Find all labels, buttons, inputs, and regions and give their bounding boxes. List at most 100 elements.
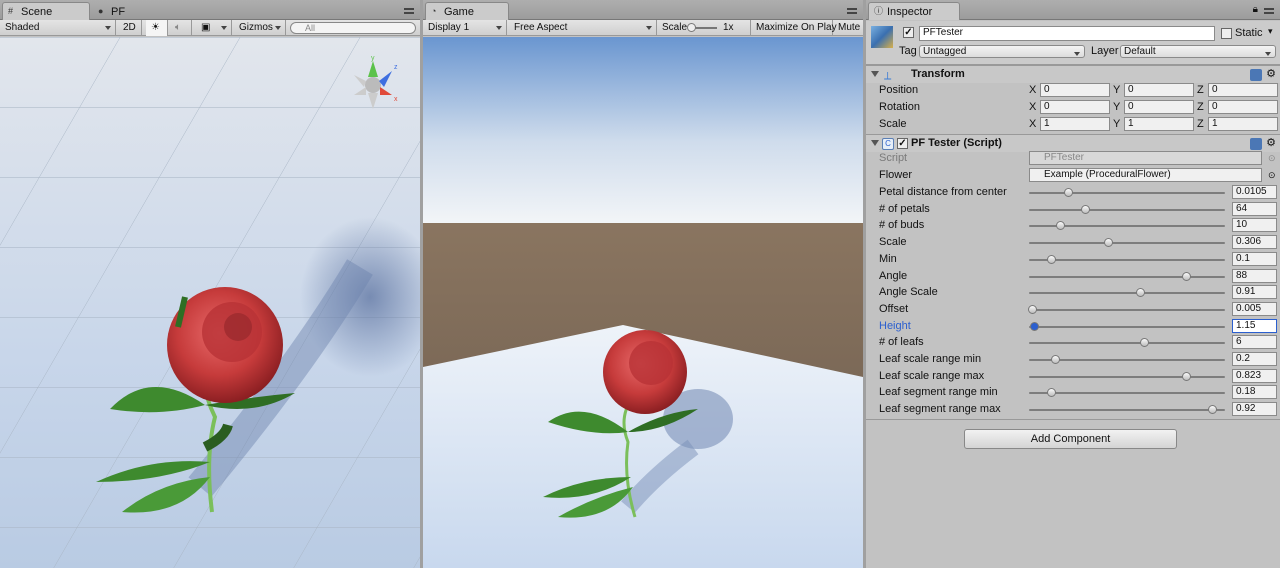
scene-viewport[interactable]: y z x — [0, 37, 420, 568]
slider-value: 0.1 — [1236, 252, 1250, 264]
slider-value-field[interactable]: 0.1 — [1232, 251, 1277, 266]
slider-track[interactable] — [1029, 242, 1225, 245]
tab-game[interactable]: ◔ Game — [425, 2, 509, 20]
transform-y-field[interactable]: 0 — [1124, 100, 1194, 114]
tag-dropdown[interactable]: Untagged — [919, 45, 1085, 58]
shading-dropdown[interactable]: Shaded — [0, 20, 116, 36]
object-name-field[interactable]: PFTester — [919, 26, 1215, 41]
slider-track[interactable] — [1029, 192, 1225, 194]
layer-value: Default — [1124, 46, 1156, 57]
slider-knob[interactable] — [1050, 355, 1060, 364]
transform-z-field[interactable]: 0 — [1208, 83, 1278, 97]
tab-scene[interactable]: # Scene — [2, 2, 90, 20]
slider-knob[interactable] — [1046, 388, 1056, 398]
slider-value-field[interactable]: 10 — [1232, 218, 1277, 233]
slider-knob[interactable] — [1027, 304, 1037, 314]
slider-value: 1.15 — [1236, 319, 1256, 331]
slider-track[interactable] — [1029, 375, 1225, 378]
scene-search-input[interactable]: All — [290, 22, 416, 34]
orientation-gizmo[interactable]: y z x — [346, 51, 406, 111]
slider-value: 0.92 — [1236, 403, 1256, 415]
audio-toggle-icon[interactable]: 🔈︎ — [170, 20, 192, 36]
effects-dropdown-icon[interactable]: ▣ — [196, 20, 232, 36]
slider-track[interactable] — [1029, 292, 1225, 295]
slider-value: 6 — [1236, 336, 1242, 348]
slider-value-field[interactable]: 64 — [1232, 201, 1277, 216]
transform-x-field[interactable]: 1 — [1040, 117, 1110, 131]
gizmo-y-icon[interactable] — [368, 61, 378, 77]
static-dropdown-icon[interactable]: ▾ — [1268, 26, 1273, 37]
slider-track[interactable] — [1029, 342, 1225, 345]
slider-knob[interactable] — [1136, 288, 1146, 298]
slider-knob[interactable] — [1140, 338, 1149, 348]
transform-x-field[interactable]: 0 — [1040, 83, 1110, 97]
static-checkbox[interactable] — [1221, 28, 1232, 39]
mute-toggle[interactable]: Mute — [833, 20, 863, 36]
lighting-toggle-icon[interactable]: ☀ — [146, 20, 168, 36]
slider-knob[interactable] — [1081, 204, 1091, 214]
lock-icon[interactable]: 🔒︎ — [1253, 4, 1258, 15]
display-dropdown[interactable]: Display 1 — [423, 20, 507, 36]
slider-value-field[interactable]: 0.306 — [1232, 235, 1277, 250]
active-checkbox[interactable]: ✓ — [903, 27, 914, 38]
gear-icon[interactable]: ⚙ — [1266, 66, 1276, 83]
slider-track[interactable] — [1029, 392, 1225, 395]
slider-value-field[interactable]: 0.005 — [1232, 301, 1277, 316]
flower-field[interactable]: Example (ProceduralFlower) — [1029, 168, 1262, 182]
maximize-on-play-toggle[interactable]: Maximize On Play — [751, 20, 837, 36]
slider-label: Leaf segment range max — [879, 403, 1001, 416]
slider-value-field[interactable]: 0.91 — [1232, 285, 1277, 300]
transform-y-field[interactable]: 1 — [1124, 117, 1194, 131]
transform-header[interactable]: ⟂ Transform ⚙ — [866, 65, 1280, 83]
foldout-icon[interactable] — [871, 71, 879, 77]
aspect-label: Free Aspect — [514, 22, 568, 33]
slider-value-field[interactable]: 1.15 — [1232, 318, 1277, 333]
slider-value-field[interactable]: 0.823 — [1232, 368, 1277, 383]
slider-track[interactable] — [1029, 308, 1225, 311]
aspect-dropdown[interactable]: Free Aspect — [509, 20, 657, 36]
slider-track[interactable] — [1029, 275, 1225, 278]
foldout-icon[interactable] — [871, 140, 879, 146]
panel-menu-icon[interactable] — [404, 8, 414, 14]
gizmo-x-label: x — [394, 96, 398, 103]
help-book-icon[interactable] — [1250, 138, 1262, 150]
transform-y-field[interactable]: 0 — [1124, 83, 1194, 97]
layer-dropdown[interactable]: Default — [1120, 45, 1276, 58]
scale-slider-knob[interactable] — [687, 23, 696, 32]
transform-z-field[interactable]: 0 — [1208, 100, 1278, 114]
2d-toggle[interactable]: 2D — [118, 20, 142, 36]
slider-track[interactable] — [1029, 325, 1225, 328]
gizmos-dropdown[interactable]: Gizmos — [234, 20, 286, 36]
slider-knob[interactable] — [1046, 254, 1056, 264]
slider-knob[interactable] — [1103, 238, 1113, 248]
tab-pf[interactable]: ● PF — [92, 2, 152, 20]
slider-track[interactable] — [1029, 208, 1225, 211]
transform-x-field[interactable]: 0 — [1040, 100, 1110, 114]
panel-menu-icon[interactable] — [847, 8, 857, 14]
slider-value-field[interactable]: 6 — [1232, 335, 1277, 350]
slider-value: 0.005 — [1236, 302, 1262, 314]
tab-inspector[interactable]: ⓘ Inspector — [868, 2, 960, 20]
slider-value-field[interactable]: 0.92 — [1232, 402, 1277, 417]
slider-knob[interactable] — [1064, 188, 1073, 197]
object-picker-icon[interactable]: ⊙ — [1268, 167, 1276, 184]
slider-value-field[interactable]: 0.2 — [1232, 352, 1277, 366]
gizmo-x-icon[interactable] — [380, 87, 392, 95]
slider-track[interactable] — [1029, 409, 1225, 412]
transform-z-field[interactable]: 1 — [1208, 117, 1278, 131]
slider-knob[interactable] — [1029, 321, 1039, 331]
add-component-button[interactable]: Add Component — [964, 429, 1177, 449]
slider-track[interactable] — [1029, 258, 1225, 261]
slider-knob[interactable] — [1208, 405, 1218, 415]
help-book-icon[interactable] — [1250, 69, 1262, 81]
script-enabled-checkbox[interactable]: ✓ — [897, 138, 908, 149]
panel-menu-icon[interactable] — [1264, 8, 1274, 14]
slider-row: Angle Scale 0.91 — [866, 284, 1280, 301]
slider-knob[interactable] — [1056, 221, 1066, 231]
game-viewport[interactable] — [423, 37, 863, 568]
slider-value-field[interactable]: 0.0105 — [1232, 185, 1277, 199]
slider-knob[interactable] — [1181, 271, 1191, 281]
slider-value-field[interactable]: 0.18 — [1232, 385, 1277, 400]
slider-value-field[interactable]: 88 — [1232, 268, 1277, 283]
slider-knob[interactable] — [1181, 371, 1191, 381]
